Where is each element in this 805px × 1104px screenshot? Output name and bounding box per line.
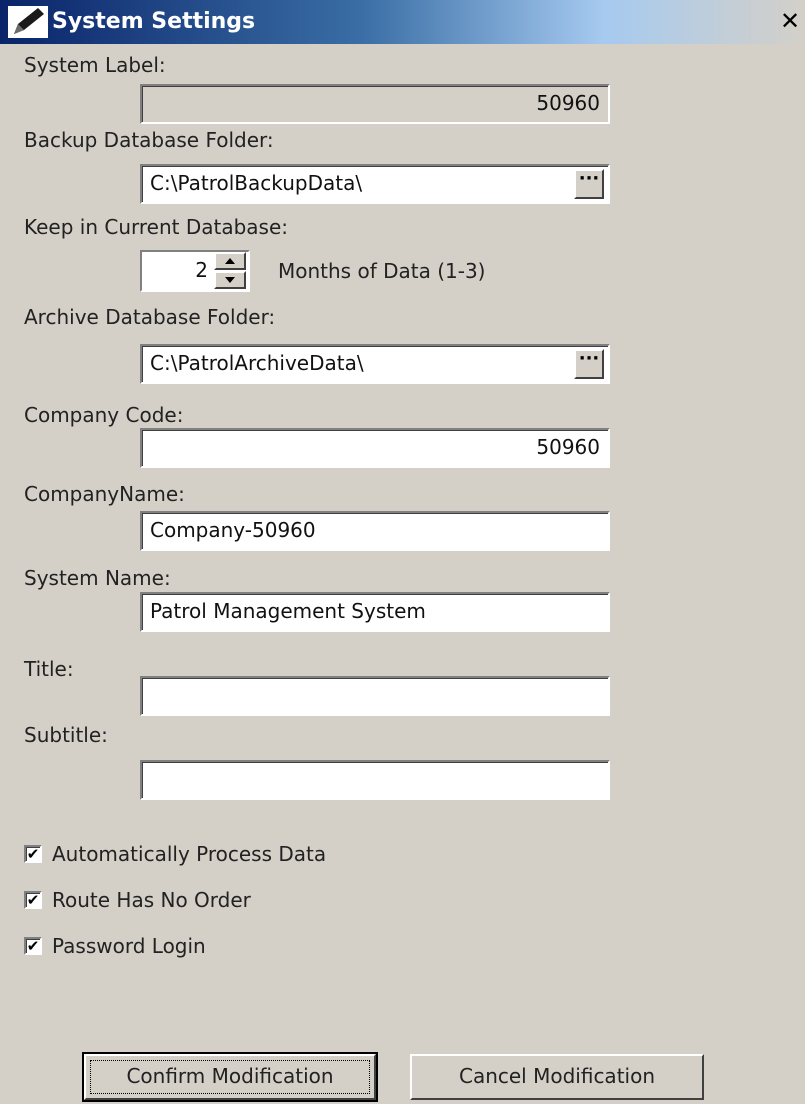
keep-months-stepper[interactable]: 2 <box>140 250 250 292</box>
system-name-label: System Name: <box>24 566 171 590</box>
subtitle-field[interactable] <box>140 760 610 800</box>
archive-folder-value: C:\PatrolArchiveData\ <box>150 351 364 375</box>
company-code-field[interactable]: 50960 <box>140 428 610 468</box>
cancel-button[interactable]: Cancel Modification <box>410 1054 704 1100</box>
archive-folder-label: Archive Database Folder: <box>24 305 276 329</box>
password-login-label[interactable]: Password Login <box>52 933 206 959</box>
keep-months-value[interactable]: 2 <box>142 252 208 290</box>
auto-process-label[interactable]: Automatically Process Data <box>52 841 326 867</box>
archive-folder-browse-button[interactable]: ··· <box>574 349 604 379</box>
spin-up-icon[interactable] <box>214 252 246 270</box>
backup-folder-field[interactable]: C:\PatrolBackupData\ <box>140 164 610 204</box>
backup-folder-label: Backup Database Folder: <box>24 128 274 152</box>
route-no-order-label[interactable]: Route Has No Order <box>52 887 251 913</box>
company-code-label: Company Code: <box>24 403 184 427</box>
route-no-order-checkbox[interactable]: ✔ <box>24 891 42 909</box>
focus-outline <box>90 1060 370 1094</box>
keep-months-suffix: Months of Data (1-3) <box>278 259 486 283</box>
window-title: System Settings <box>52 9 256 34</box>
cancel-button-label: Cancel Modification <box>458 1064 655 1088</box>
auto-process-checkbox[interactable]: ✔ <box>24 845 42 863</box>
subtitle-label: Subtitle: <box>24 723 108 747</box>
company-name-field[interactable]: Company-50960 <box>140 511 610 551</box>
keep-months-label: Keep in Current Database: <box>24 215 289 239</box>
title-bar: System Settings ✕ <box>0 0 805 44</box>
title-field[interactable] <box>140 676 610 716</box>
close-icon[interactable]: ✕ <box>777 4 803 38</box>
system-label-label: System Label: <box>24 53 166 77</box>
company-name-label: CompanyName: <box>24 482 185 506</box>
title-label: Title: <box>24 657 74 681</box>
confirm-button[interactable]: Confirm Modification <box>82 1052 378 1102</box>
spin-down-icon[interactable] <box>214 271 246 289</box>
system-label-field: 50960 <box>140 84 610 124</box>
archive-folder-field[interactable]: C:\PatrolArchiveData\ <box>140 344 610 384</box>
backup-folder-browse-button[interactable]: ··· <box>574 169 604 199</box>
system-name-field[interactable]: Patrol Management System <box>140 592 610 632</box>
pencil-icon <box>8 6 48 38</box>
backup-folder-value: C:\PatrolBackupData\ <box>150 171 363 195</box>
password-login-checkbox[interactable]: ✔ <box>24 937 42 955</box>
